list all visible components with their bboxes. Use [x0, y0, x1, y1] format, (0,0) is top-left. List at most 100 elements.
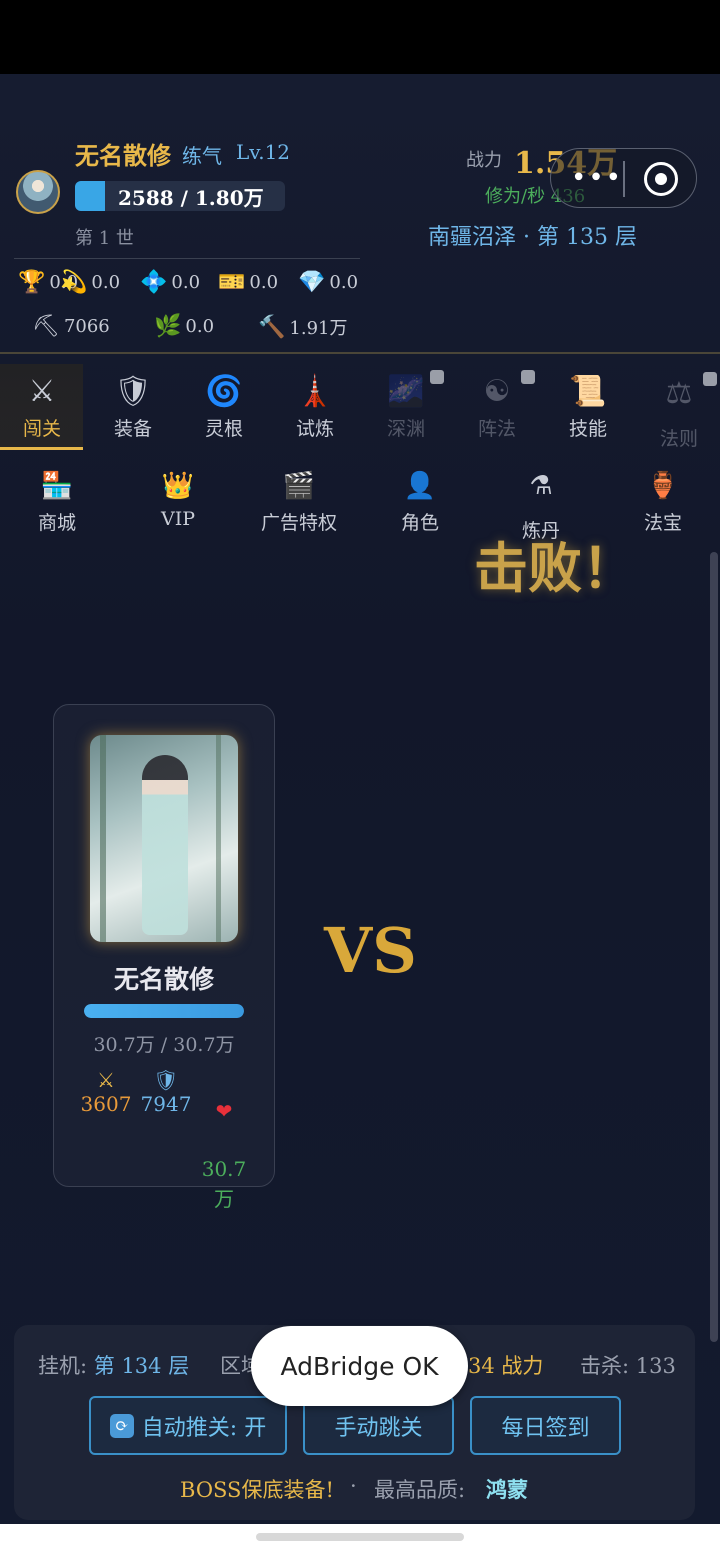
generation-label: 第 1 世 — [75, 228, 134, 249]
resource-value: 0.0 — [329, 272, 359, 293]
shield-icon: 🛡 — [153, 1068, 179, 1092]
tab-5[interactable]: 🌌 深渊 — [364, 370, 448, 441]
hp-value: 30.7 万 — [201, 1157, 247, 1211]
quality-value: 鸿蒙 — [486, 1477, 528, 1502]
player-avatar[interactable] — [16, 170, 60, 214]
lock-icon — [521, 370, 535, 384]
tab-3[interactable]: 🌀 灵根 — [182, 374, 266, 441]
miniprogram-capsule: ••• — [550, 148, 697, 208]
feature-label: 广告特权 — [260, 512, 337, 534]
boss-guarantee: BOSS保底装备! — [180, 1478, 334, 1502]
tab-8[interactable]: ⚖ 法则 — [637, 372, 720, 451]
auto-advance-label: 自动推关: 开 — [141, 1415, 267, 1441]
resource-hammer: 🔨 1.91万 — [258, 314, 347, 340]
hammer-icon: 🔨 — [258, 314, 286, 340]
idle-info: 挂机: 第 134 层 — [38, 1350, 189, 1380]
resource-value: 0.0 — [185, 316, 215, 337]
fighter-name: 无名散修 — [113, 965, 214, 994]
defense-value: 7947 — [140, 1092, 192, 1116]
daily-checkin-label: 每日签到 — [501, 1415, 590, 1441]
tab-7[interactable]: 📜 技能 — [546, 374, 630, 441]
defense-stat: 🛡 7947 — [136, 1068, 196, 1116]
flask-icon: ⚗ — [529, 471, 553, 501]
fighter-hp-text: 30.7万 / 30.7万 — [93, 1034, 235, 1056]
feature-label: 商城 — [37, 512, 76, 534]
resource-crystal: 💠 0.0 — [140, 270, 200, 295]
tab-2[interactable]: 🛡 装备 — [91, 374, 175, 441]
resource-ticket: 🎫 0.0 — [218, 270, 278, 295]
power-partial: 34 战力 — [468, 1354, 544, 1378]
home-handle[interactable] — [256, 1533, 464, 1541]
crystal-icon: 💠 — [140, 270, 168, 295]
tab-label: 阵法 — [477, 418, 516, 440]
pickaxe-icon: ⛏ — [32, 314, 60, 339]
fighter-hp-bar — [84, 1004, 244, 1018]
tab-1[interactable]: ⚔ 闯关 — [0, 374, 84, 441]
tab-label: 法则 — [659, 428, 698, 450]
capsule-divider — [623, 161, 625, 197]
power-label: 战力 — [466, 150, 502, 171]
resource-value: 0.0 — [91, 272, 121, 293]
spiral-icon: 🌀 — [205, 374, 243, 409]
lock-icon — [430, 370, 444, 384]
auto-advance-button[interactable]: ⟳ 自动推关: 开 — [89, 1396, 287, 1455]
exp-text: 2588 / 1.80万 — [118, 186, 264, 210]
tab-6[interactable]: ☯ 阵法 — [455, 370, 539, 441]
character-icon: 👤 — [403, 471, 437, 501]
herb-icon: 🌿 — [154, 314, 182, 339]
tab-label: 装备 — [113, 418, 152, 440]
system-nav-bar — [0, 1524, 720, 1554]
heart-icon: ❤ — [215, 1099, 233, 1123]
vase-icon: 🏺 — [646, 471, 680, 501]
battle-result: 击败！ — [474, 536, 636, 600]
attack-stat: ⚔ 3607 — [76, 1068, 136, 1116]
quality-label: 最高品质: — [374, 1478, 466, 1502]
toast-message: AdBridge OK — [251, 1326, 468, 1406]
feature-label: VIP — [160, 508, 195, 530]
fighter-portrait — [90, 735, 238, 942]
feature-crown[interactable]: 👑 VIP — [136, 468, 220, 530]
diamond-icon: 💎 — [298, 270, 326, 295]
manual-skip-label: 手动跳关 — [334, 1415, 423, 1441]
active-tab-underline — [0, 447, 83, 450]
feature-shop[interactable]: 🏪 商城 — [15, 468, 99, 535]
resource-herb: 🌿 0.0 — [154, 314, 214, 339]
fighter-hp-fill — [84, 1004, 244, 1018]
kill-count: 击杀: 133 — [580, 1354, 676, 1378]
shop-icon: 🏪 — [40, 471, 74, 501]
scrollbar[interactable] — [710, 552, 718, 1342]
tab-label: 技能 — [568, 418, 607, 440]
feature-character[interactable]: 👤 角色 — [378, 468, 462, 535]
scroll-icon: 📜 — [569, 374, 607, 409]
tab-4[interactable]: 🗼 试炼 — [273, 374, 357, 441]
swirl-icon: 💫 — [60, 270, 88, 295]
tab-label: 闯关 — [22, 418, 61, 440]
tab-label: 试炼 — [295, 418, 334, 440]
refresh-icon: ⟳ — [109, 1413, 134, 1438]
trophy-icon: 🏆 — [18, 270, 46, 295]
resource-value: 0.0 — [171, 272, 201, 293]
resource-value: 1.91万 — [289, 318, 348, 339]
hp-stat: ❤ 30.7 万 — [194, 1068, 254, 1244]
resource-pickaxe: ⛏ 7066 — [32, 314, 110, 339]
sword-icon: ⚔ — [97, 1068, 115, 1092]
header-divider — [14, 258, 360, 259]
tabs-divider — [0, 352, 720, 354]
daily-checkin-button[interactable]: 每日签到 — [470, 1396, 621, 1455]
more-icon[interactable]: ••• — [571, 163, 623, 193]
exp-bar-fill — [75, 181, 106, 211]
tower-icon: 🗼 — [296, 374, 334, 409]
vs-label: VS — [324, 914, 417, 987]
separator-dot: · — [350, 1474, 357, 1498]
feature-clapper[interactable]: 🎬 广告特权 — [257, 468, 341, 535]
player-level: Lv.12 — [236, 140, 291, 164]
resource-swirl: 💫 0.0 — [60, 270, 120, 295]
crossed-swords-icon: ⚔ — [28, 374, 56, 409]
close-target-icon[interactable] — [644, 162, 678, 196]
attack-value: 3607 — [80, 1092, 132, 1116]
player-realm: 练气 — [182, 144, 222, 168]
clapper-icon: 🎬 — [282, 471, 316, 501]
ticket-icon: 🎫 — [218, 270, 246, 295]
resource-value: 0.0 — [249, 272, 279, 293]
player-name: 无名散修 — [75, 141, 171, 170]
